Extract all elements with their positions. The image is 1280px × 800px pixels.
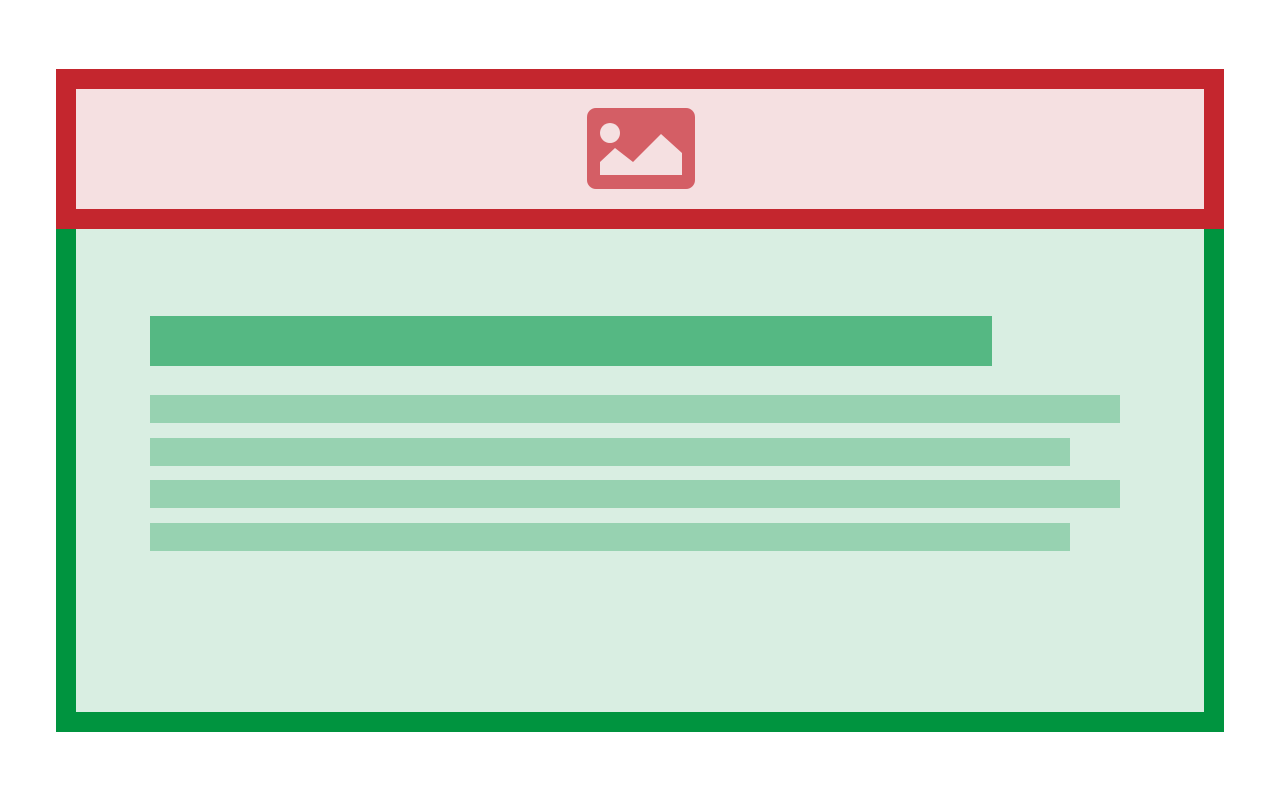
image-icon xyxy=(587,108,695,189)
image-icon-sun xyxy=(600,123,620,143)
text-line-placeholder xyxy=(150,395,1120,423)
text-line-placeholder xyxy=(150,438,1070,466)
image-icon-frame xyxy=(587,108,695,189)
text-line-placeholder xyxy=(150,480,1120,508)
heading-placeholder xyxy=(150,316,992,366)
text-line-placeholder xyxy=(150,523,1070,551)
content-panel xyxy=(56,208,1224,732)
layout-diagram xyxy=(0,0,1280,800)
